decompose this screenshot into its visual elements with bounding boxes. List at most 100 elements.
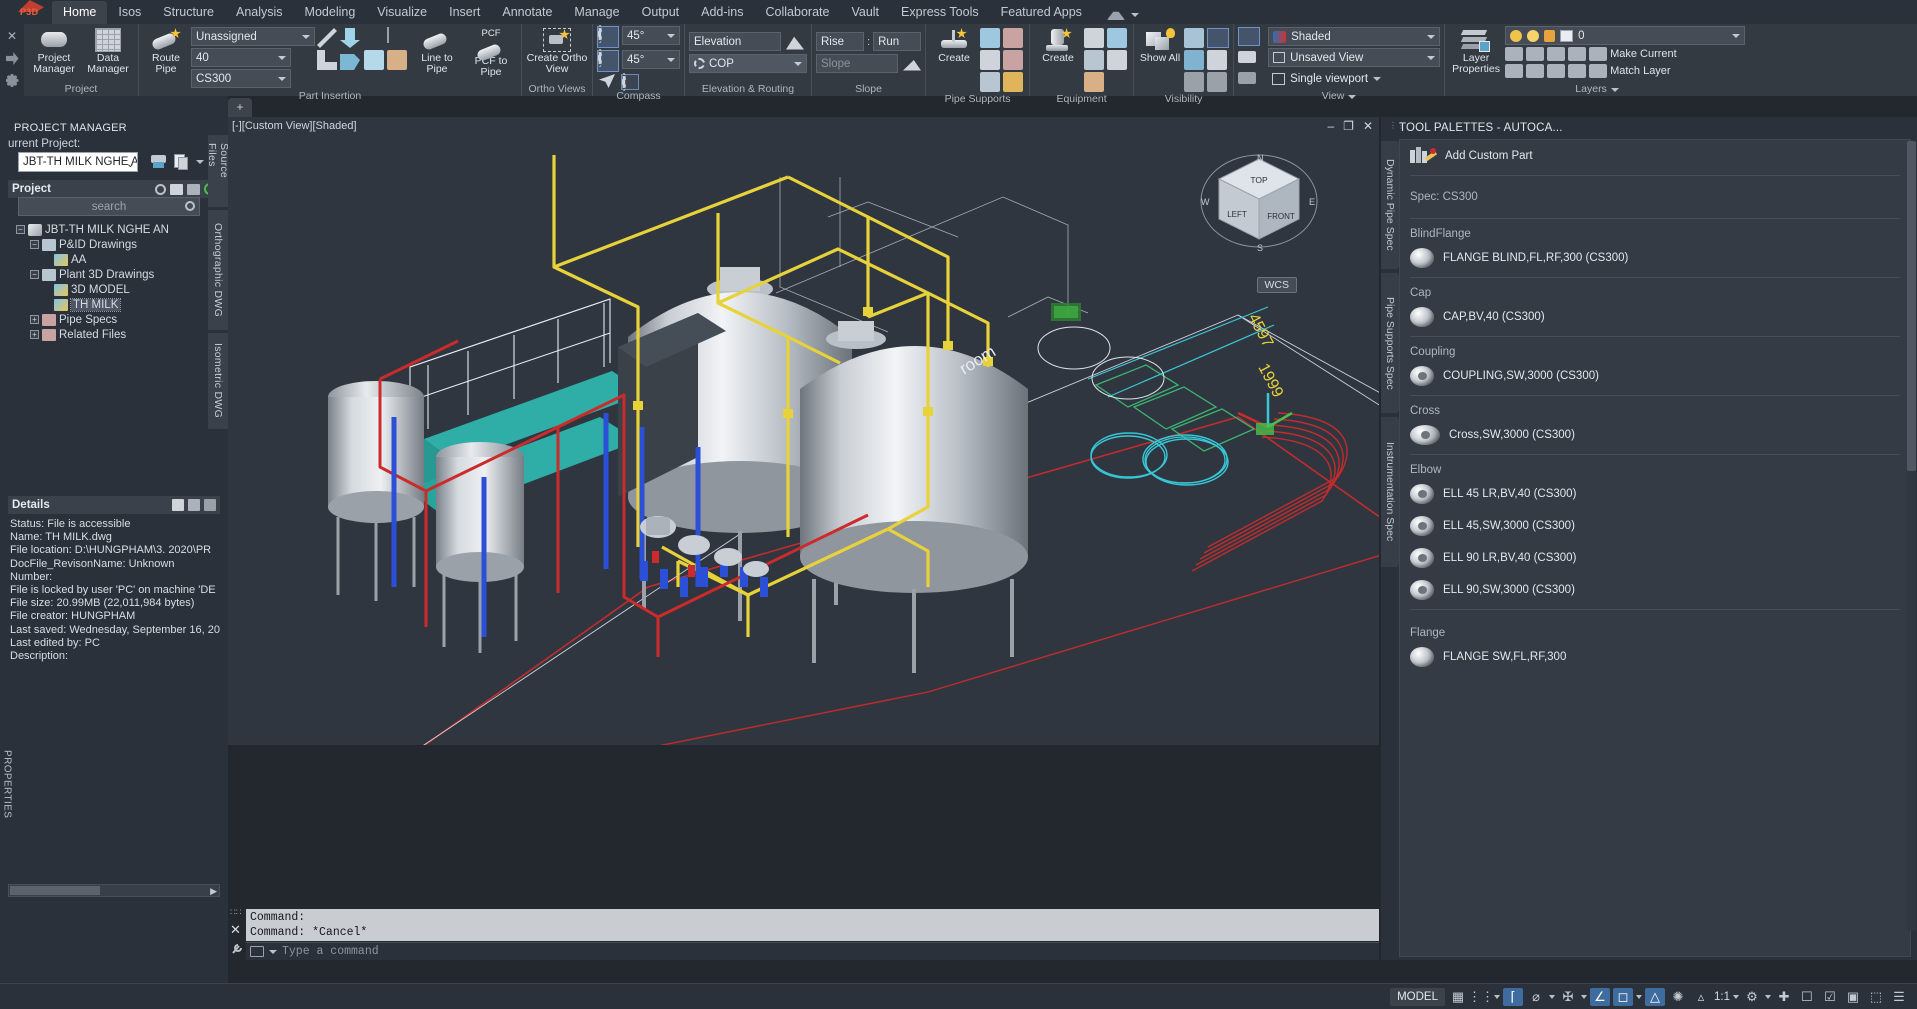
layer-freeze-icon[interactable] xyxy=(1547,47,1565,61)
annotation-scale-icon[interactable]: ▵ xyxy=(1691,988,1711,1006)
view-name-combo[interactable]: Unsaved View xyxy=(1268,48,1440,67)
project-search-input[interactable]: search xyxy=(18,197,200,216)
tree-node-related-files[interactable]: + Related Files xyxy=(10,327,220,342)
autoscale-icon[interactable]: ✺ xyxy=(1668,988,1688,1006)
view-manager-icon[interactable] xyxy=(1238,51,1256,63)
ribbon-tab-analysis[interactable]: Analysis xyxy=(225,1,294,24)
create-ortho-view-button[interactable]: Create Ortho View xyxy=(526,26,588,75)
layer-properties-button[interactable]: Layer Properties xyxy=(1449,26,1503,75)
tree-node-3d-model[interactable]: 3D MODEL xyxy=(10,282,220,297)
elevation-field[interactable]: Elevation xyxy=(689,32,781,51)
pipe-support-modify-icon[interactable] xyxy=(980,28,1000,48)
scrollbar-thumb[interactable] xyxy=(10,886,100,895)
annotation-scale-value[interactable]: 1:1 xyxy=(1714,991,1730,1003)
equipment-convert-icon[interactable] xyxy=(1084,72,1104,92)
otrack-icon[interactable]: ∠ xyxy=(1590,988,1610,1006)
details-horizontal-scrollbar[interactable]: ▶ xyxy=(8,884,220,897)
annotation-visibility-icon[interactable]: △ xyxy=(1645,988,1665,1006)
scrollbar-thumb[interactable] xyxy=(1907,141,1916,471)
ribbon-tab-structure[interactable]: Structure xyxy=(152,1,225,24)
add-tools-icon[interactable]: ✚ xyxy=(1774,988,1794,1006)
ribbon-tab-home[interactable]: Home xyxy=(52,1,107,24)
ribbon-tab-manage[interactable]: Manage xyxy=(563,1,630,24)
rise-field[interactable]: Rise xyxy=(816,32,864,51)
lineweight-chevron-icon[interactable] xyxy=(1636,995,1642,999)
show-all-button[interactable]: Show All xyxy=(1138,26,1182,64)
visibility-pipe-icon[interactable] xyxy=(1207,50,1227,70)
doc-tab-new[interactable]: + xyxy=(228,98,252,117)
equipment-rotate-icon[interactable] xyxy=(1107,28,1127,48)
palette-item-flange-sw[interactable]: FLANGE SW,FL,RF,300 xyxy=(1400,641,1910,673)
snap-chevron-icon[interactable] xyxy=(1494,995,1500,999)
slope-pipe-icon[interactable] xyxy=(317,28,337,48)
compass-angle2-icon[interactable] xyxy=(597,50,619,72)
pipe-support-align-icon[interactable] xyxy=(980,72,1000,92)
close-icon[interactable]: ✕ xyxy=(6,30,19,43)
expander-icon[interactable]: + xyxy=(30,315,39,324)
ribbon-tab-modeling[interactable]: Modeling xyxy=(294,1,367,24)
pipe-tag-icon[interactable] xyxy=(364,28,384,48)
ribbon-tab-annotate[interactable]: Annotate xyxy=(491,1,563,24)
run-field[interactable]: Run xyxy=(873,32,921,51)
pipe-support-unlink-icon[interactable] xyxy=(1003,50,1023,70)
spec-combo[interactable]: CS300 xyxy=(191,69,291,88)
slope-field[interactable]: Slope xyxy=(816,54,898,73)
expander-icon[interactable]: − xyxy=(30,240,39,249)
elbow-insert-icon[interactable] xyxy=(317,50,337,70)
command-settings-icon[interactable] xyxy=(229,940,245,956)
snap-icon[interactable]: ⋮⋮ xyxy=(1471,988,1491,1006)
tree-node-aa[interactable]: AA xyxy=(10,252,220,267)
expander-icon[interactable]: − xyxy=(16,225,25,234)
workspace-gear-icon[interactable]: ⚙ xyxy=(1742,988,1762,1006)
tree-node-pipe-specs[interactable]: + Pipe Specs xyxy=(10,312,220,327)
hardware-acceleration-icon[interactable]: ☑ xyxy=(1820,988,1840,1006)
new-drawing-icon[interactable] xyxy=(170,184,183,195)
ortho-icon[interactable]: ⌈ xyxy=(1503,988,1523,1006)
pipe-support-lock-icon[interactable] xyxy=(1003,72,1023,92)
layer-thaw-icon[interactable] xyxy=(1526,64,1544,78)
copy-drawing-icon[interactable] xyxy=(187,184,200,195)
ribbon-options-chevron-icon[interactable] xyxy=(1131,13,1139,17)
command-input[interactable]: Type a command xyxy=(246,942,1379,960)
drawing-canvas[interactable]: [-][Custom View][Shaded] – ❐ ✕ xyxy=(228,117,1379,745)
spec-edit-icon[interactable] xyxy=(340,50,360,70)
ribbon-tab-addins[interactable]: Add-ins xyxy=(690,1,754,24)
expand-icon[interactable]: ⬚ xyxy=(1866,988,1886,1006)
workspace-chevron-icon[interactable] xyxy=(1765,995,1771,999)
pipe-insert-icon[interactable] xyxy=(340,28,360,48)
visual-style-combo[interactable]: Shaded xyxy=(1268,27,1440,46)
scroll-right-icon[interactable]: ▶ xyxy=(210,886,217,897)
match-layer-icon[interactable] xyxy=(1589,64,1607,78)
tool-palette-content[interactable]: Add Custom Part Spec: CS300 BlindFlange … xyxy=(1399,139,1911,957)
viewport-combo[interactable]: Single viewport xyxy=(1268,69,1440,88)
ribbon-tab-output[interactable]: Output xyxy=(631,1,691,24)
export-icon[interactable] xyxy=(6,52,19,65)
current-project-combo[interactable]: JBT-TH MILK NGHE AN ⌄ xyxy=(18,152,138,172)
compass-angle2-combo[interactable]: 45° xyxy=(622,50,680,69)
ribbon-tab-express-tools[interactable]: Express Tools xyxy=(890,1,990,24)
add-parts-icon[interactable] xyxy=(364,50,384,70)
hide-objects-icon[interactable] xyxy=(1207,28,1229,48)
data-manager-button[interactable]: Data Manager xyxy=(82,26,134,75)
side-tab-source-files[interactable]: Source Files xyxy=(208,135,228,207)
tool-palette-scrollbar[interactable] xyxy=(1907,141,1916,931)
command-grip-icon[interactable]: ∷∷ xyxy=(230,910,244,915)
spec-unassigned-combo[interactable]: Unassigned xyxy=(191,27,315,46)
tree-node-project-root[interactable]: − JBT-TH MILK NGHE AN xyxy=(10,222,220,237)
viewport-config-icon[interactable] xyxy=(1238,72,1256,84)
palette-item-ell90-lr-bv[interactable]: ELL 90 LR,BV,40 (CS300) xyxy=(1400,542,1910,574)
current-layer-combo[interactable]: 0 xyxy=(1505,26,1745,45)
tool-palette-grip-icon[interactable]: ⋮⋮ xyxy=(1389,124,1394,128)
details-export-icon[interactable] xyxy=(172,499,184,511)
lineweight-icon[interactable]: ◻ xyxy=(1613,988,1633,1006)
properties-vertical-tab[interactable]: PROPERTIES xyxy=(0,724,14,844)
visibility-toggle2-icon[interactable] xyxy=(1207,72,1227,92)
visual-style-icon[interactable] xyxy=(1238,27,1260,46)
model-space-button[interactable]: MODEL xyxy=(1390,988,1445,1006)
compass-angle1-icon[interactable] xyxy=(597,26,619,48)
size-combo[interactable]: 40 xyxy=(191,48,291,67)
layer-off-icon[interactable] xyxy=(1526,47,1544,61)
tree-node-pid-drawings[interactable]: − P&ID Drawings xyxy=(10,237,220,252)
side-tab-orthographic-dwg[interactable]: Orthographic DWG xyxy=(208,210,228,330)
unisolate-icon[interactable] xyxy=(1184,50,1204,70)
